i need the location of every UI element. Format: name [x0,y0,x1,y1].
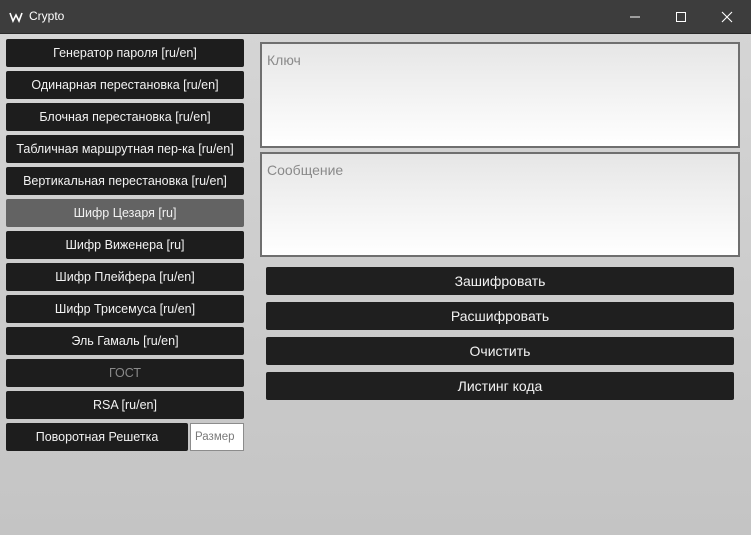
sidebar-item-label: Шифр Плейфера [ru/en] [55,270,195,284]
sidebar-item-label: Шифр Трисемуса [ru/en] [54,302,196,316]
sidebar-item-label: Вертикальная перестановка [ru/en] [23,174,227,188]
sidebar-item-label: Одинарная перестановка [ru/en] [31,78,219,92]
clear-button[interactable]: Очистить [266,337,734,365]
sidebar-item-password-generator[interactable]: Генератор пароля [ru/en] [6,39,244,67]
sidebar-item-elgamal[interactable]: Эль Гамаль [ru/en] [6,327,244,355]
encrypt-button[interactable]: Зашифровать [266,267,734,295]
encrypt-button-label: Зашифровать [454,273,546,289]
close-button[interactable] [704,0,750,33]
maximize-button[interactable] [658,0,704,33]
sidebar-item-label: ГОСТ [108,366,142,380]
minimize-button[interactable] [612,0,658,33]
clear-button-label: Очистить [469,343,531,359]
window-title: Crypto [29,9,65,23]
sidebar-item-label: Блочная перестановка [ru/en] [39,110,211,124]
key-input[interactable] [260,42,740,148]
decrypt-button[interactable]: Расшифровать [266,302,734,330]
sidebar-item-vertical-permutation[interactable]: Вертикальная перестановка [ru/en] [6,167,244,195]
sidebar-item-label: Генератор пароля [ru/en] [53,46,197,60]
sidebar-item-label: Табличная маршрутная пер-ка [ru/en] [16,142,234,156]
sidebar-item-rotating-grid[interactable]: Поворотная Решетка [6,423,188,451]
sidebar-item-label: RSA [ru/en] [93,398,157,412]
sidebar-item-single-permutation[interactable]: Одинарная перестановка [ru/en] [6,71,244,99]
maximize-icon [675,11,687,23]
close-icon [721,11,733,23]
code-listing-button[interactable]: Листинг кода [266,372,734,400]
decrypt-button-label: Расшифровать [450,308,550,324]
sidebar-item-label: Шифр Виженера [ru] [65,238,185,252]
sidebar-item-trithemius-cipher[interactable]: Шифр Трисемуса [ru/en] [6,295,244,323]
message-input[interactable] [260,152,740,257]
sidebar-item-label: Поворотная Решетка [35,430,159,444]
sidebar-item-rsa[interactable]: RSA [ru/en] [6,391,244,419]
sidebar-item-vigenere-cipher[interactable]: Шифр Виженера [ru] [6,231,244,259]
app-window: Crypto Генератор пароля [ru/en] Одинарна… [0,0,751,535]
app-icon [9,10,23,23]
sidebar-item-label: Шифр Цезаря [ru] [73,206,177,220]
sidebar-item-block-permutation[interactable]: Блочная перестановка [ru/en] [6,103,244,131]
sidebar-item-gost[interactable]: ГОСТ [6,359,244,387]
code-listing-button-label: Листинг кода [457,378,543,394]
sidebar-item-table-route-permutation[interactable]: Табличная маршрутная пер-ка [ru/en] [6,135,244,163]
sidebar-item-playfair-cipher[interactable]: Шифр Плейфера [ru/en] [6,263,244,291]
title-bar[interactable]: Crypto [0,0,751,34]
grid-size-input[interactable] [190,423,244,451]
sidebar-item-label: Эль Гамаль [ru/en] [71,334,179,348]
sidebar-item-caesar-cipher[interactable]: Шифр Цезаря [ru] [6,199,244,227]
minimize-icon [629,11,641,23]
